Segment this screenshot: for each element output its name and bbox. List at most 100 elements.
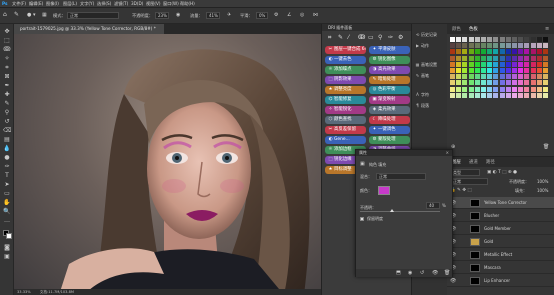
color-swatch[interactable]: [530, 37, 536, 42]
color-swatch[interactable]: [456, 92, 462, 98]
color-swatch[interactable]: [512, 86, 517, 92]
props-mode-select[interactable]: 正常: [376, 173, 426, 180]
menu-type[interactable]: 文字(Y): [80, 1, 94, 7]
color-swatch[interactable]: [450, 37, 455, 42]
panel-brushes[interactable]: ✎ 画笔: [414, 71, 447, 81]
color-swatch[interactable]: [512, 68, 517, 73]
color-swatch[interactable]: [499, 74, 505, 80]
marquee-tool-icon[interactable]: ⬚: [3, 37, 11, 44]
color-swatch[interactable]: [512, 49, 517, 55]
menu-layer[interactable]: 图层(L): [63, 1, 77, 7]
dri-button-10[interactable]: ◎ 色彩平衡: [369, 86, 410, 94]
color-swatch[interactable]: [474, 37, 480, 42]
quick-select-tool-icon[interactable]: ✧: [3, 55, 11, 62]
panel-menu-icon[interactable]: ≡: [545, 26, 549, 32]
dri-button-2[interactable]: ✦ 平滑皮肤: [369, 46, 410, 54]
color-swatch[interactable]: [543, 61, 548, 67]
color-swatch[interactable]: [512, 43, 517, 49]
color-swatch[interactable]: [543, 55, 548, 61]
color-swatch[interactable]: [536, 68, 542, 73]
properties-tab[interactable]: 属性: [359, 150, 367, 155]
color-swatch[interactable]: [493, 92, 499, 98]
tab-channels[interactable]: 通道: [469, 159, 478, 165]
color-swatch[interactable]: [518, 37, 524, 42]
pen-tool-icon[interactable]: ✑: [3, 163, 11, 170]
color-swatch[interactable]: [530, 61, 536, 67]
screen-mode-icon[interactable]: ▣: [3, 253, 11, 260]
layer-row[interactable]: 👁 Mascara: [447, 262, 554, 274]
color-swatch[interactable]: [543, 92, 548, 98]
color-swatch[interactable]: [512, 80, 517, 86]
props-opacity-input[interactable]: 40: [426, 202, 440, 209]
dri-button-18[interactable]: ✦ 一键调色: [369, 126, 410, 134]
preserve-luminosity-checkbox[interactable]: [360, 217, 364, 221]
color-swatch[interactable]: [543, 74, 548, 80]
color-swatch[interactable]: [487, 86, 493, 92]
color-swatch[interactable]: [505, 49, 511, 55]
color-swatch[interactable]: [518, 68, 524, 73]
color-swatch[interactable]: [450, 86, 455, 92]
color-swatch[interactable]: [505, 92, 511, 98]
color-swatch[interactable]: [493, 61, 499, 67]
angle-icon[interactable]: ∠: [287, 12, 291, 18]
panel-close-icon[interactable]: ×: [446, 150, 449, 156]
tab-paths[interactable]: 路径: [486, 159, 495, 165]
color-swatch[interactable]: [493, 74, 499, 80]
layer-row[interactable]: 👁 Gold Member: [447, 223, 554, 235]
dri-button-13[interactable]: ✧ 智能锐化: [325, 106, 366, 114]
dri-button-11[interactable]: ⌬ 智能修复: [325, 96, 366, 104]
visibility-icon[interactable]: 👁: [432, 270, 438, 276]
color-swatch[interactable]: [481, 43, 486, 49]
menu-3d[interactable]: 3D(D): [131, 1, 143, 6]
color-swatch[interactable]: [530, 80, 536, 86]
color-swatch[interactable]: [487, 80, 493, 86]
color-swatch[interactable]: [468, 68, 474, 73]
color-swatch[interactable]: [530, 92, 536, 98]
color-swatch[interactable]: [481, 80, 486, 86]
color-swatch[interactable]: [543, 43, 548, 49]
color-swatch[interactable]: [536, 55, 542, 61]
color-swatch[interactable]: [536, 92, 542, 98]
color-swatch[interactable]: [493, 49, 499, 55]
zoom-level[interactable]: 33.33%: [17, 290, 31, 294]
color-swatch[interactable]: [474, 74, 480, 80]
color-swatch[interactable]: [456, 43, 462, 49]
color-swatch[interactable]: [543, 37, 548, 42]
color-swatch[interactable]: [487, 74, 493, 80]
pressure-size-icon[interactable]: ◎: [300, 12, 304, 18]
color-swatch[interactable]: [474, 49, 480, 55]
color-swatch[interactable]: [462, 61, 468, 67]
color-swatch[interactable]: [456, 61, 462, 67]
color-swatch[interactable]: [481, 92, 486, 98]
opacity-input[interactable]: 23%: [155, 12, 169, 19]
view-previous-icon[interactable]: ◉: [408, 270, 412, 276]
crop-tool-icon[interactable]: ⌗: [3, 64, 11, 71]
color-swatch[interactable]: [505, 55, 511, 61]
color-swatch[interactable]: [450, 49, 455, 55]
menu-window[interactable]: 窗口(W): [163, 1, 179, 7]
color-swatch[interactable]: [493, 68, 499, 73]
color-swatch[interactable]: [456, 86, 462, 92]
home-icon[interactable]: ⌂: [3, 11, 7, 18]
pressure-opacity-icon[interactable]: ◉: [176, 12, 180, 18]
color-swatch[interactable]: [487, 37, 493, 42]
color-swatch[interactable]: [456, 55, 462, 61]
panel-history[interactable]: ⟲ 历史记录: [414, 30, 447, 40]
menu-edit[interactable]: 编辑(E): [29, 1, 43, 7]
color-swatch[interactable]: [481, 49, 486, 55]
color-swatch[interactable]: [450, 68, 455, 73]
color-swatch[interactable]: [474, 68, 480, 73]
color-swatch[interactable]: [499, 80, 505, 86]
color-swatch[interactable]: [524, 61, 530, 67]
color-swatch[interactable]: [499, 37, 505, 42]
color-swatch[interactable]: [512, 55, 517, 61]
tab-layers[interactable]: 图层: [452, 159, 461, 165]
color-swatch[interactable]: [474, 43, 480, 49]
panel-actions[interactable]: ▶ 动作: [414, 41, 447, 51]
color-swatch[interactable]: [512, 61, 517, 67]
dri-tool-crop-icon[interactable]: ⌗: [328, 34, 331, 42]
color-swatch[interactable]: [493, 86, 499, 92]
color-swatch[interactable]: [518, 92, 524, 98]
dri-button-20[interactable]: ⚙ 蒙版处理: [369, 136, 410, 144]
color-swatch[interactable]: [536, 86, 542, 92]
